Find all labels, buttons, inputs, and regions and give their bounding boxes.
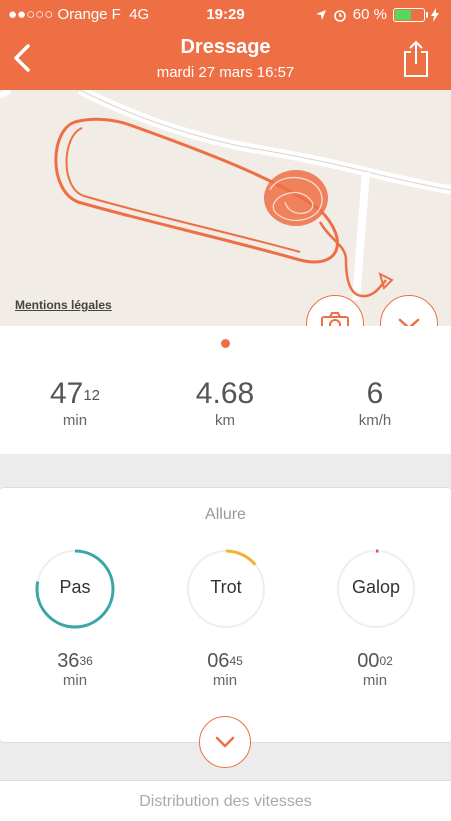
road bbox=[352, 171, 370, 301]
gait-card: Allure Pas Trot Galop 3636 min 0645 min … bbox=[0, 487, 451, 768]
share-icon[interactable] bbox=[401, 38, 431, 78]
status-bar: ●●○○○ Orange F 4G 19:29 60 % bbox=[0, 6, 451, 26]
distance-stat: 4.68 km bbox=[150, 377, 300, 430]
speed-distribution-card[interactable]: Distribution des vitesses bbox=[0, 780, 451, 821]
battery-fill bbox=[395, 9, 411, 20]
speed-stat: 6 km/h bbox=[300, 377, 450, 430]
battery-percent: 60 % bbox=[352, 6, 387, 23]
gait-trot-ring: Trot bbox=[185, 548, 267, 630]
distance-value: 4.68 bbox=[195, 377, 255, 410]
route-circle bbox=[264, 170, 328, 226]
expand-gait-button[interactable] bbox=[199, 716, 251, 768]
camera-icon bbox=[321, 312, 349, 326]
page-indicator-dot[interactable] bbox=[221, 339, 230, 348]
gait-card-title: Allure bbox=[205, 506, 246, 523]
gait-walk-time: 3636 min bbox=[57, 650, 93, 689]
legal-notice-link[interactable]: Mentions légales bbox=[15, 298, 112, 312]
header-bar: ●●○○○ Orange F 4G 19:29 60 % Dressage ma… bbox=[0, 0, 451, 90]
gait-canter-time: 0002 min bbox=[357, 650, 393, 689]
location-icon bbox=[315, 9, 326, 20]
status-right: 60 % bbox=[315, 6, 439, 23]
chevron-down-icon bbox=[398, 318, 420, 326]
gait-walk-label: Pas bbox=[59, 577, 91, 597]
gait-trot-label: Trot bbox=[210, 577, 242, 597]
gait-walk-ring: Pas bbox=[34, 548, 116, 630]
map-drawing bbox=[0, 90, 451, 301]
speed-value: 6 bbox=[366, 377, 384, 410]
road bbox=[77, 90, 451, 195]
road bbox=[0, 90, 12, 99]
distance-unit: km bbox=[215, 412, 235, 429]
summary-stats: 4712 min 4.68 km 6 km/h bbox=[0, 326, 451, 454]
duration-stat: 4712 min bbox=[0, 377, 150, 430]
duration-unit: min bbox=[62, 412, 88, 429]
speed-unit: km/h bbox=[358, 412, 392, 429]
speed-distribution-title: Distribution des vitesses bbox=[139, 793, 312, 810]
chevron-down-icon bbox=[215, 736, 235, 748]
gait-trot-time: 0645 min bbox=[207, 650, 243, 689]
route-map[interactable]: Mentions légales bbox=[0, 90, 451, 326]
battery-icon bbox=[393, 7, 428, 22]
alarm-icon bbox=[333, 9, 346, 22]
duration-value: 4712 bbox=[49, 377, 101, 410]
page-title: Dressage bbox=[180, 36, 271, 58]
gait-canter-label: Galop bbox=[351, 577, 401, 597]
page-subtitle: mardi 27 mars 16:57 bbox=[156, 64, 295, 81]
gait-canter-ring: Galop bbox=[335, 548, 417, 630]
charging-icon bbox=[431, 7, 439, 22]
